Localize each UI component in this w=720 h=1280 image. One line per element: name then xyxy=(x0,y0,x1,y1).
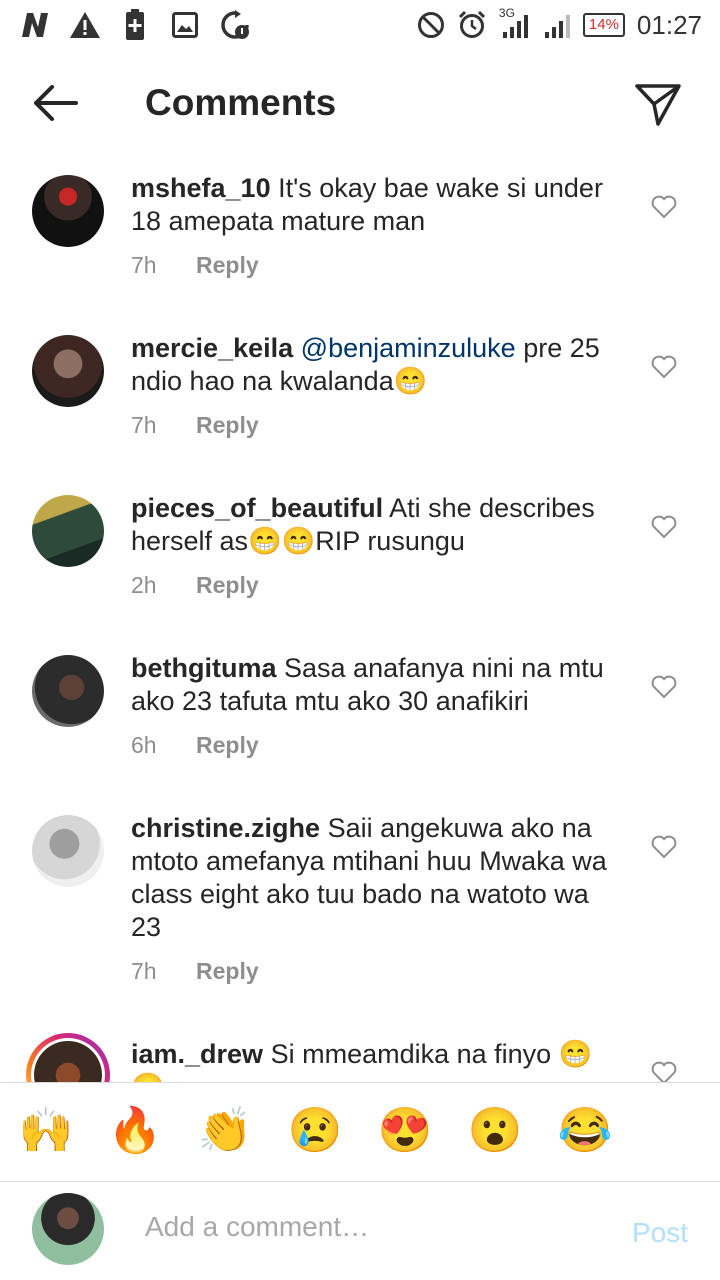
comment-text: iam._drew Si mmeamdika na finyo 😁 😁 xyxy=(131,1038,621,1082)
comment-username[interactable]: bethgituma xyxy=(131,653,277,683)
comment-input[interactable] xyxy=(145,1211,605,1243)
notification-icons xyxy=(18,8,252,42)
comment-text: christine.zighe Saii angekuwa ako na mto… xyxy=(131,812,621,944)
status-bar: 3G 14% 01:27 xyxy=(0,0,720,50)
story-ring[interactable] xyxy=(26,1033,110,1082)
n-app-icon xyxy=(18,8,52,42)
battery-indicator: 14% xyxy=(582,13,625,37)
heart-icon[interactable] xyxy=(651,1061,677,1082)
comment-username[interactable]: pieces_of_beautiful xyxy=(131,493,383,523)
do-not-disturb-icon xyxy=(417,12,444,38)
comment-username[interactable]: mercie_keila xyxy=(131,333,293,363)
comment-time: 7h xyxy=(131,252,157,278)
share-button[interactable] xyxy=(634,80,682,128)
signal-icon xyxy=(544,15,570,38)
send-icon xyxy=(635,84,681,126)
post-button[interactable]: Post xyxy=(632,1217,688,1249)
comment-username[interactable]: iam._drew xyxy=(131,1039,263,1069)
alarm-icon xyxy=(458,10,485,38)
heart-icon[interactable] xyxy=(651,355,677,379)
comment-meta: 7h Reply xyxy=(131,252,259,279)
heart-eyes-emoji-button[interactable]: 😍 xyxy=(377,1105,433,1157)
comment-username[interactable]: mshefa_10 xyxy=(131,173,271,203)
heart-icon[interactable] xyxy=(651,835,677,859)
comment-username[interactable]: christine.zighe xyxy=(131,813,320,843)
warning-icon xyxy=(68,8,102,42)
comment-time: 7h xyxy=(131,412,157,438)
comment-composer: Post xyxy=(0,1181,720,1280)
fire-emoji-button[interactable]: 🔥 xyxy=(107,1105,163,1157)
comment-text: bethgituma Sasa anafanya nini na mtu ako… xyxy=(131,652,621,718)
reply-button[interactable]: Reply xyxy=(196,412,259,439)
comment-meta: 7h Reply xyxy=(131,412,259,439)
clock: 01:27 xyxy=(636,9,702,40)
reply-button[interactable]: Reply xyxy=(196,572,259,599)
avatar[interactable] xyxy=(32,175,104,247)
battery-saver-icon xyxy=(118,8,152,42)
image-icon xyxy=(168,8,202,42)
comment-list[interactable]: mshefa_10 It's okay bae wake si under 18… xyxy=(0,160,720,1082)
reply-button[interactable]: Reply xyxy=(196,958,259,985)
avatar[interactable] xyxy=(32,495,104,567)
comment-time: 7h xyxy=(131,958,157,984)
crying-emoji-button[interactable]: 😢 xyxy=(287,1105,343,1157)
comment-text: mshefa_10 It's okay bae wake si under 18… xyxy=(131,172,621,238)
comment-meta: 6h Reply xyxy=(131,732,259,759)
back-button[interactable] xyxy=(28,80,84,126)
signal-3g-icon: 3G xyxy=(499,6,529,40)
comment-time: 6h xyxy=(131,732,157,758)
avatar[interactable] xyxy=(32,815,104,887)
back-arrow-icon xyxy=(34,85,78,121)
reply-button[interactable]: Reply xyxy=(196,252,259,279)
page-title: Comments xyxy=(145,82,337,123)
raising-hands-emoji-button[interactable]: 🙌 xyxy=(18,1105,74,1157)
avatar[interactable] xyxy=(32,655,104,727)
reply-button[interactable]: Reply xyxy=(196,732,259,759)
avatar[interactable] xyxy=(32,335,104,407)
header: Comments xyxy=(0,55,720,150)
user-avatar xyxy=(32,1193,104,1265)
surprised-emoji-button[interactable]: 😮 xyxy=(467,1105,523,1157)
heart-icon[interactable] xyxy=(651,675,677,699)
comment-meta: 2h Reply xyxy=(131,572,259,599)
system-icons: 3G 14% 01:27 xyxy=(417,6,702,42)
comment-meta: 7h Reply xyxy=(131,958,259,985)
clapping-emoji-button[interactable]: 👏 xyxy=(197,1105,253,1157)
heart-icon[interactable] xyxy=(651,195,677,219)
heart-icon[interactable] xyxy=(651,515,677,539)
laughing-emoji-button[interactable]: 😂 xyxy=(557,1105,613,1157)
emoji-quick-bar: 🙌 🔥 👏 😢 😍 😮 😂 xyxy=(0,1082,720,1182)
comment-mention[interactable]: @benjaminzuluke xyxy=(301,333,516,363)
comment-text: pieces_of_beautiful Ati she describes he… xyxy=(131,492,621,558)
sync-icon xyxy=(218,8,252,42)
comment-text: mercie_keila @benjaminzuluke pre 25 ndio… xyxy=(131,332,621,398)
comment-time: 2h xyxy=(131,572,157,598)
